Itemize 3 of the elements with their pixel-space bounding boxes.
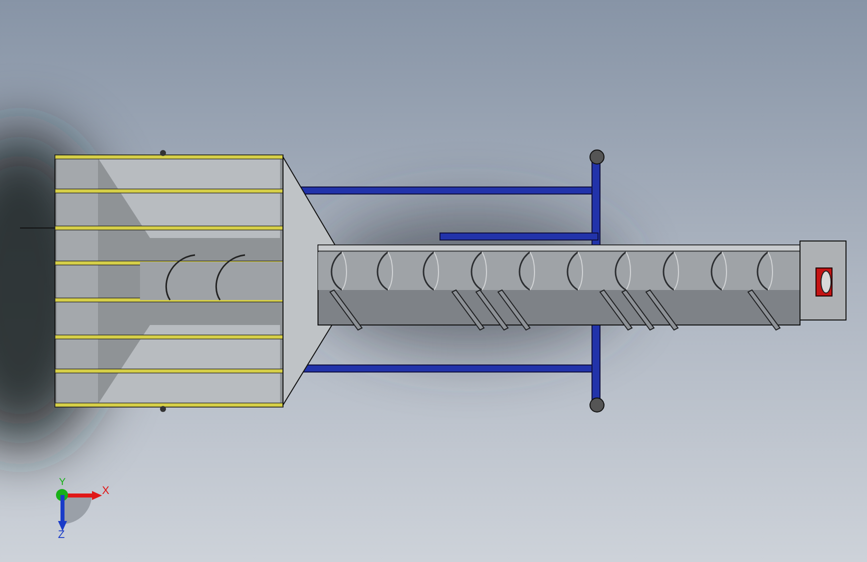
axis-label: Y (59, 478, 66, 488)
axis-label: Z (58, 530, 65, 541)
axis-label: X (102, 486, 110, 497)
